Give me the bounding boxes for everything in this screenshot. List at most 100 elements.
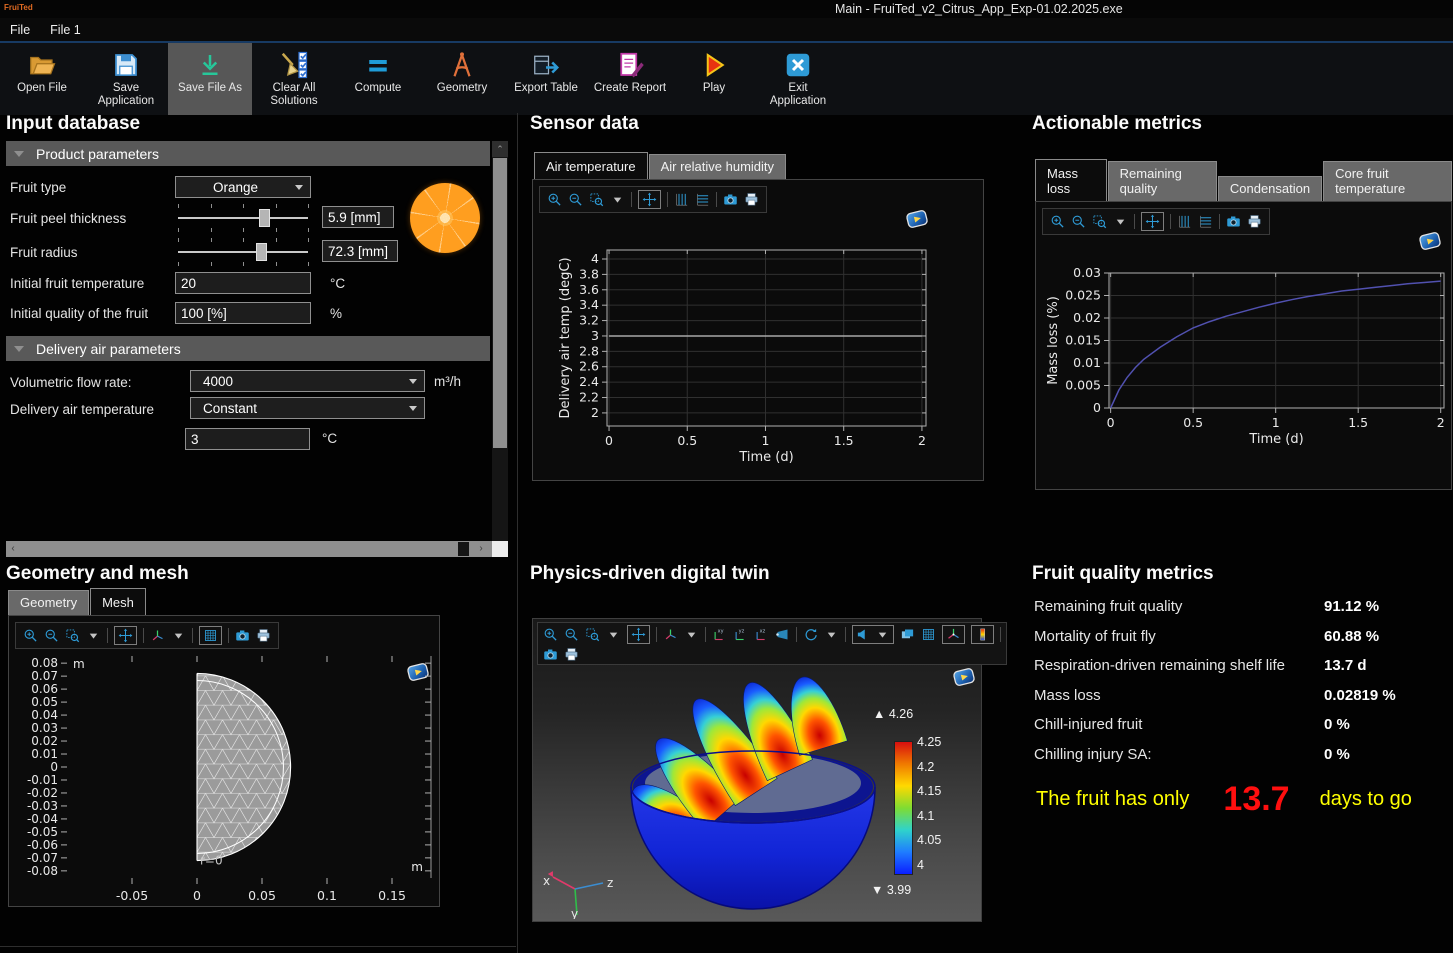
- export-table-button[interactable]: Export Table: [504, 43, 588, 115]
- colorbar-tick-label: 4.25: [917, 735, 941, 749]
- delivery-temp-value: Constant: [191, 401, 409, 416]
- fruit-radius-slider[interactable]: [178, 238, 308, 266]
- metric-value: 0 %: [1324, 716, 1350, 733]
- tab-remaining-quality[interactable]: Remaining quality: [1108, 161, 1217, 201]
- metric-label: Chilling injury SA:: [1034, 746, 1324, 763]
- metric-label: Mortality of fruit fly: [1034, 628, 1324, 645]
- input-horizontal-scrollbar[interactable]: ‹ ›: [6, 541, 492, 557]
- mesh-plot[interactable]: 0.080.070.060.050.040.030.020.010-0.01-0…: [10, 617, 439, 906]
- slider-handle[interactable]: [259, 209, 270, 227]
- scrollbar-thumb[interactable]: [458, 542, 469, 556]
- toolbar-button-label: Geometry: [437, 82, 488, 95]
- svg-text:z: z: [607, 876, 613, 890]
- geometry-button[interactable]: Geometry: [420, 43, 504, 115]
- flow-rate-dropdown[interactable]: 4000: [190, 370, 425, 392]
- slider-tick: [243, 228, 244, 232]
- chevron-down-icon: [409, 379, 417, 384]
- slider-tick: [276, 238, 277, 242]
- app-logo: FruiTed: [4, 3, 33, 12]
- colorbar: [894, 741, 913, 875]
- svg-text:Time (d): Time (d): [1248, 432, 1303, 447]
- sensor-plot[interactable]: 00.511.5222.22.42.62.833.23.43.63.84Time…: [535, 201, 983, 479]
- save-file-as-button[interactable]: Save File As: [168, 43, 252, 115]
- compute-button[interactable]: Compute: [336, 43, 420, 115]
- metric-row: Chill-injured fruit0 %: [1034, 710, 1452, 740]
- flow-rate-unit: m³/h: [434, 374, 461, 389]
- slider-tick: [243, 262, 244, 266]
- svg-text:3: 3: [591, 328, 599, 343]
- shelf-life-warning: The fruit has only 13.7 days to go: [1036, 780, 1412, 819]
- scroll-right-arrow[interactable]: ›: [474, 541, 488, 557]
- scroll-up-arrow[interactable]: ⌃: [492, 141, 508, 157]
- slider-track[interactable]: [178, 251, 308, 253]
- collapse-caret-icon: [14, 151, 24, 157]
- svg-text:0: 0: [193, 888, 201, 903]
- slider-tick: [211, 228, 212, 232]
- tab-air-temperature[interactable]: Air temperature: [534, 152, 648, 179]
- exit-application-button[interactable]: Exit Application: [756, 43, 840, 115]
- chevron-down-icon: [409, 406, 417, 411]
- metric-label: Mass loss: [1034, 687, 1324, 704]
- fruit-type-value: Orange: [176, 180, 295, 195]
- tab-mass-loss[interactable]: Mass loss: [1035, 159, 1107, 201]
- svg-text:-0.06: -0.06: [27, 838, 58, 852]
- svg-text:0.01: 0.01: [31, 747, 58, 761]
- delivery-temp-label: Delivery air temperature: [10, 402, 154, 417]
- menu-item-file-1[interactable]: File 1: [40, 21, 91, 39]
- scrollbar-thumb[interactable]: [493, 158, 507, 448]
- metric-row: Mass loss0.02819 %: [1034, 681, 1452, 711]
- svg-text:1.5: 1.5: [1348, 415, 1368, 430]
- app-window: FruiTed Main - FruiTed_v2_Citrus_App_Exp…: [0, 0, 1453, 953]
- tab-mesh[interactable]: Mesh: [90, 588, 146, 615]
- svg-text:r=0: r=0: [200, 854, 223, 868]
- svg-text:0: 0: [1093, 400, 1101, 415]
- input-vertical-scrollbar[interactable]: ⌃ ⌄: [492, 141, 508, 557]
- slider-tick: [178, 262, 179, 266]
- peel-thickness-slider[interactable]: [178, 204, 308, 232]
- initial-temperature-input[interactable]: 20: [175, 272, 311, 294]
- clear-solutions-icon: [279, 48, 309, 82]
- colorbar-tick-label: 4.1: [917, 809, 934, 823]
- peel-thickness-value[interactable]: 5.9 [mm]: [322, 206, 394, 228]
- menu-item-file[interactable]: File: [0, 21, 40, 39]
- play-button[interactable]: Play: [672, 43, 756, 115]
- warning-number: 13.7: [1223, 780, 1289, 819]
- save-application-button[interactable]: Save Application: [84, 43, 168, 115]
- svg-text:0.04: 0.04: [31, 708, 58, 722]
- delivery-air-header[interactable]: Delivery air parameters: [6, 336, 490, 361]
- massloss-plot[interactable]: 00.511.5200.0050.010.0150.020.0250.03Tim…: [1038, 227, 1451, 487]
- slider-track[interactable]: [178, 217, 308, 219]
- fruit-type-dropdown[interactable]: Orange: [175, 176, 311, 198]
- scroll-left-arrow[interactable]: ‹: [6, 541, 20, 557]
- initial-quality-input[interactable]: 100 [%]: [175, 302, 311, 324]
- slider-handle[interactable]: [256, 243, 267, 261]
- toolbar-button-label: Create Report: [594, 82, 666, 95]
- svg-text:2: 2: [591, 405, 599, 420]
- delivery-air-label: Delivery air parameters: [36, 341, 181, 357]
- digital-twin-title: Physics-driven digital twin: [530, 563, 770, 585]
- fruit-radius-label: Fruit radius: [10, 245, 78, 260]
- delivery-temp-dropdown[interactable]: Constant: [190, 397, 425, 419]
- peel-thickness-label: Fruit peel thickness: [10, 211, 126, 226]
- chevron-down-icon: [295, 185, 303, 190]
- tab-condensation[interactable]: Condensation: [1218, 176, 1322, 201]
- create-report-button[interactable]: Create Report: [588, 43, 672, 115]
- tab-air-relative-humidity[interactable]: Air relative humidity: [649, 154, 786, 179]
- product-parameters-header[interactable]: Product parameters: [6, 141, 490, 166]
- svg-text:0.07: 0.07: [31, 669, 58, 683]
- svg-text:Delivery air temp (degC): Delivery air temp (degC): [558, 257, 573, 418]
- tab-core-fruit-temperature[interactable]: Core fruit temperature: [1323, 161, 1452, 201]
- svg-text:3.6: 3.6: [579, 282, 599, 297]
- svg-text:2.8: 2.8: [579, 343, 599, 358]
- slider-tick: [211, 204, 212, 208]
- delivery-temp-input[interactable]: 3: [185, 428, 310, 450]
- clear-all-solutions-button[interactable]: Clear All Solutions: [252, 43, 336, 115]
- svg-text:0.06: 0.06: [31, 682, 58, 696]
- geometry-tabs: GeometryMesh: [8, 589, 147, 615]
- open-file-button[interactable]: Open File: [0, 43, 84, 115]
- initial-temperature-label: Initial fruit temperature: [10, 276, 144, 291]
- massloss-chart-frame: 00.511.5200.0050.010.0150.020.0250.03Tim…: [1035, 201, 1452, 490]
- tab-geometry[interactable]: Geometry: [8, 590, 89, 615]
- fruit-radius-value[interactable]: 72.3 [mm]: [322, 240, 398, 262]
- svg-text:0.025: 0.025: [1065, 288, 1101, 303]
